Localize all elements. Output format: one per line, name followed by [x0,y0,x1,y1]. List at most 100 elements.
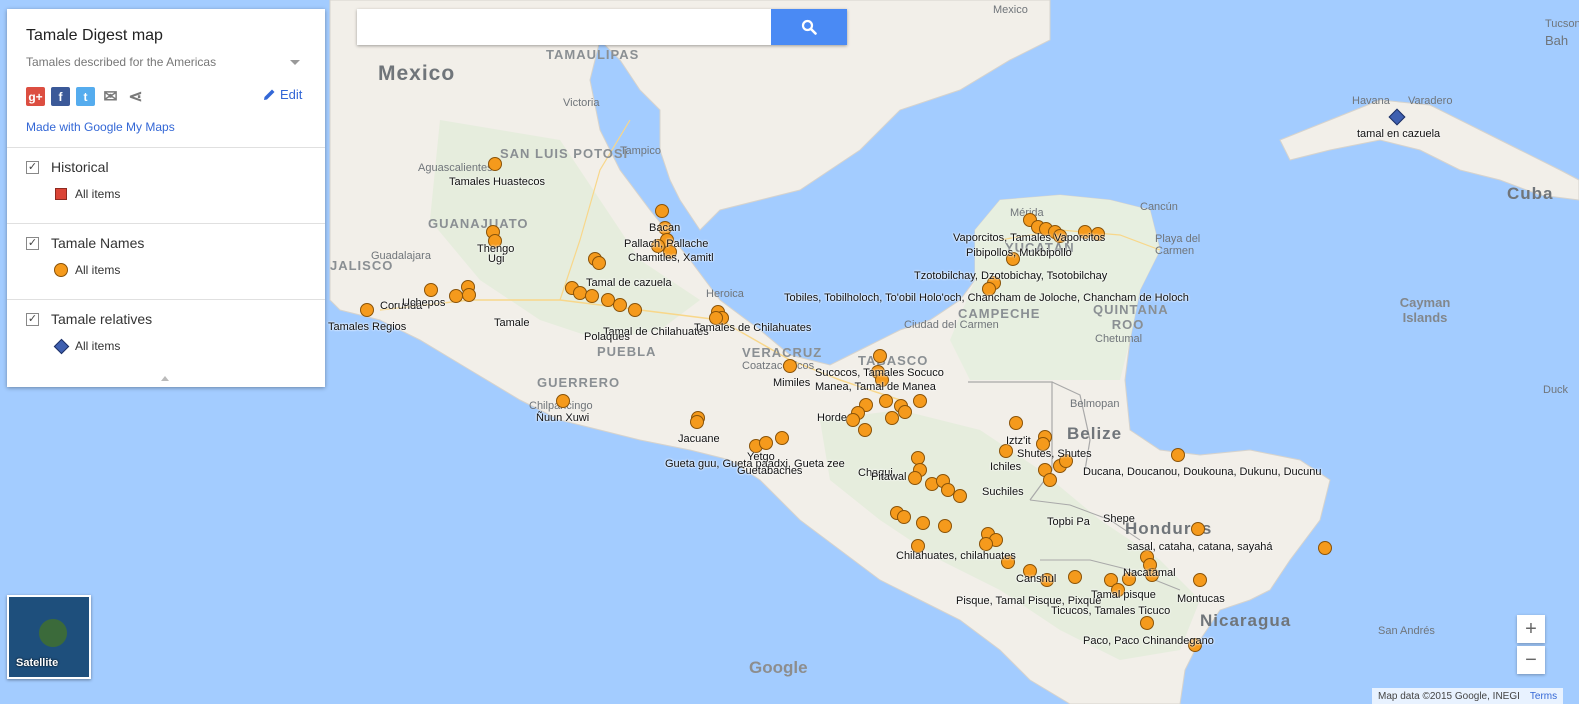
marker-label[interactable]: Tobiles, Tobilholoch, To'obil Holo'och, … [784,292,1189,304]
marker-label[interactable]: Canshul [1016,573,1056,585]
map-marker[interactable] [424,283,438,297]
marker-label[interactable]: Pibipollos, Mukbipollo [966,247,1072,259]
map-marker[interactable] [613,298,627,312]
marker-label[interactable]: Shepe [1103,513,1135,525]
layer-item-label[interactable]: All items [75,263,120,277]
facebook-icon[interactable]: f [51,87,70,106]
marker-label[interactable]: Ñuun Xuwi [536,412,589,424]
map-marker[interactable] [1193,573,1207,587]
marker-label[interactable]: Horde [817,412,847,424]
map-marker[interactable] [953,489,967,503]
marker-label[interactable]: Tzotobilchay, Dzotobichay, Tsotobilchay [914,270,1107,282]
marker-label[interactable]: Ichiles [990,461,1021,473]
map-marker[interactable] [858,423,872,437]
google-plus-icon[interactable]: g+ [26,87,45,106]
map-marker[interactable] [592,256,606,270]
marker-label[interactable]: Suchiles [982,486,1024,498]
terms-link[interactable]: Terms [1530,691,1557,702]
map-marker[interactable] [1068,570,1082,584]
marker-label[interactable]: Paco, Paco Chinandegano [1083,635,1214,647]
map-marker[interactable] [913,394,927,408]
marker-label[interactable]: Uchepos [402,297,445,309]
layer-checkbox[interactable]: ✓ [26,161,39,174]
map-marker[interactable] [879,394,893,408]
map-marker[interactable] [628,303,642,317]
marker-label[interactable]: Ducana, Doucanou, Doukouna, Dukunu, Ducu… [1083,466,1322,478]
marker-label[interactable]: Guetabaches [737,465,802,477]
layer-checkbox[interactable]: ✓ [26,313,39,326]
marker-label[interactable]: tamal en cazuela [1357,128,1440,140]
marker-label[interactable]: Jacuane [678,433,720,445]
search-input[interactable] [357,9,771,45]
map-marker[interactable] [783,359,797,373]
satellite-toggle[interactable]: Satellite [7,595,91,679]
search-button[interactable] [771,9,847,45]
map-marker[interactable] [462,288,476,302]
map-marker[interactable] [1043,473,1057,487]
zoom-out-button[interactable]: − [1517,646,1545,674]
marker-label[interactable]: Ugi [488,253,505,265]
marker-label[interactable]: Tamales Huastecos [449,176,545,188]
map-marker[interactable] [873,349,887,363]
layer-name[interactable]: Tamale relatives [51,311,152,327]
chevron-down-icon[interactable] [290,60,300,65]
map-marker[interactable] [759,436,773,450]
marker-label[interactable]: Polaques [584,331,630,343]
twitter-icon[interactable]: t [76,87,95,106]
marker-label[interactable]: Tamal pisque [1091,589,1156,601]
map-marker[interactable] [585,289,599,303]
map-marker[interactable] [1140,616,1154,630]
marker-label[interactable]: Tamale [494,317,529,329]
map-marker[interactable] [908,471,922,485]
map-marker[interactable] [1171,448,1185,462]
map-marker[interactable] [655,204,669,218]
marker-label[interactable]: Tamal de cazuela [586,277,672,289]
map-marker[interactable] [898,405,912,419]
marker-label[interactable]: Tamales Regios [328,321,406,333]
marker-label[interactable]: Bacan [649,222,680,234]
marker-label[interactable]: Sucocos, Tamales Socuco [815,367,944,379]
map-marker[interactable] [1009,416,1023,430]
map-marker[interactable] [938,519,952,533]
marker-label[interactable]: Montucas [1177,593,1225,605]
marker-label[interactable]: Topbi Pa [1047,516,1090,528]
map-marker[interactable] [690,415,704,429]
map-marker[interactable] [1191,522,1205,536]
share-icon[interactable]: ⋖ [126,87,145,106]
map-marker[interactable] [449,289,463,303]
marker-label[interactable]: Chilahuates, chilahuates [896,550,1016,562]
marker-label[interactable]: Chamitles, Xamitl [628,252,714,264]
map-marker[interactable] [885,411,899,425]
marker-label[interactable]: Shutes, Shutes [1017,448,1092,460]
map-marker[interactable] [846,413,860,427]
zoom-in-button[interactable]: + [1517,615,1545,643]
layer-name[interactable]: Tamale Names [51,235,144,251]
marker-label[interactable]: Yetgo [747,451,775,463]
marker-label[interactable]: Manea, Tamal de Manea [815,381,936,393]
email-icon[interactable]: ✉ [101,87,120,106]
map-marker[interactable] [916,516,930,530]
marker-label[interactable]: Tamales de Chilahuates [694,322,811,334]
layer-item-label[interactable]: All items [75,339,120,353]
map-marker[interactable] [1318,541,1332,555]
map-marker[interactable] [979,537,993,551]
made-with-link[interactable]: Made with Google My Maps [26,120,175,134]
marker-label[interactable]: Ticucos, Tamales Ticuco [1051,605,1170,617]
layer-checkbox[interactable]: ✓ [26,237,39,250]
collapse-panel-icon[interactable] [161,376,169,381]
map-marker[interactable] [488,157,502,171]
map-marker[interactable] [556,394,570,408]
map-marker[interactable] [897,510,911,524]
marker-label[interactable]: Vaporcitos, Tamales Vaporcitos [953,232,1105,244]
edit-button[interactable]: Edit [263,87,302,102]
map-marker[interactable] [775,431,789,445]
marker-label[interactable]: sasal, cataha, catana, sayahá [1127,541,1273,553]
marker-label[interactable]: Pallach, Pallache [624,238,708,250]
marker-label[interactable]: Pitawal [871,471,906,483]
map-marker[interactable] [360,303,374,317]
marker-label[interactable]: Iztz'it [1006,435,1031,447]
layer-name[interactable]: Historical [51,159,109,175]
marker-label[interactable]: Nacatamal [1123,567,1176,579]
marker-label[interactable]: Mimiles [773,377,810,389]
layer-item-label[interactable]: All items [75,187,120,201]
